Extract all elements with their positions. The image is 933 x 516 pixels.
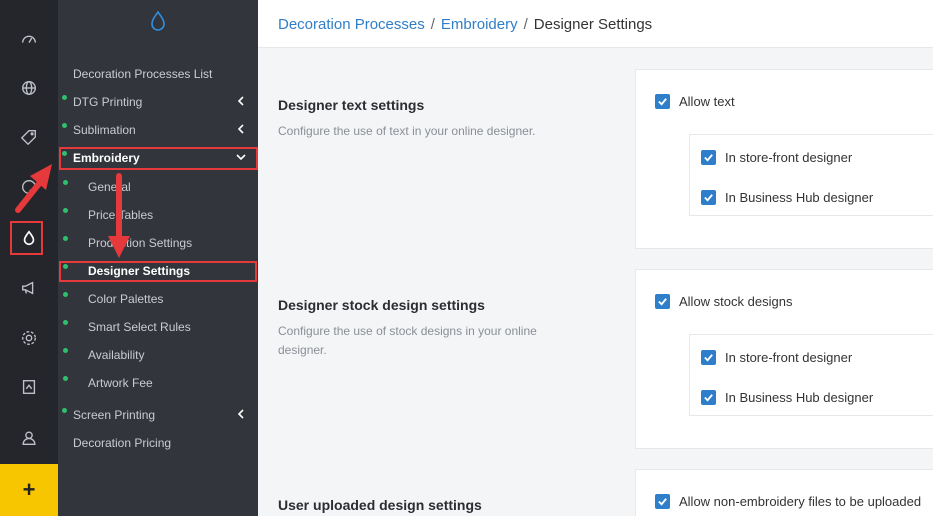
section-description: Configure the use of text in your online…	[278, 124, 536, 138]
arrow-to-designer-settings	[108, 173, 130, 258]
add-button-label: +	[22, 477, 36, 502]
checkbox-checked-icon	[701, 390, 716, 405]
breadcrumb: Decoration Processes / Embroidery / Designer…	[278, 16, 652, 33]
add-button[interactable]: +	[0, 464, 58, 516]
status-dot	[63, 376, 68, 381]
nav-item-decoration-pricing[interactable]: Decoration Pricing	[58, 430, 258, 456]
checkbox-label: In store-front designer	[725, 350, 853, 365]
store-front-designer-checkbox[interactable]: In store-front designer	[701, 150, 852, 165]
gear-icon[interactable]	[0, 318, 58, 358]
status-dot	[63, 320, 68, 325]
checkbox-label: Allow stock designs	[679, 294, 793, 309]
store-front-designer-checkbox[interactable]: In store-front designer	[701, 350, 852, 365]
section-title: User uploaded design settings	[278, 497, 482, 513]
checkbox-label: In store-front designer	[725, 150, 853, 165]
breadcrumb-decoration-processes[interactable]: Decoration Processes	[278, 16, 425, 33]
section-description: Configure the use of stock designs in yo…	[278, 324, 537, 357]
user-icon[interactable]	[0, 418, 58, 458]
nav-item-label: Smart Select Rules	[88, 320, 191, 334]
arrow-to-embroidery	[15, 164, 52, 213]
checkbox-label: In Business Hub designer	[725, 190, 874, 205]
nav-item-screen-printing[interactable]: Screen Printing	[58, 402, 258, 428]
checkbox-checked-icon	[701, 190, 716, 205]
nav-item-availability[interactable]: Availability	[58, 342, 258, 368]
checkbox-checked-icon	[701, 150, 716, 165]
nav-item-label: Decoration Pricing	[73, 436, 172, 450]
allow-text-checkbox[interactable]: Allow text	[655, 94, 735, 109]
annotation-arrows	[15, 164, 130, 258]
checkbox-checked-icon	[655, 94, 670, 109]
checkbox-label: Allow text	[679, 94, 735, 109]
checkbox-checked-icon	[655, 294, 670, 309]
nav-item-label: Screen Printing	[73, 408, 156, 422]
status-dot	[62, 408, 67, 413]
section-title: Designer stock design settings	[278, 297, 485, 313]
allow-non-embroidery-files-checkbox[interactable]: Allow non-embroidery files to be uploade…	[655, 494, 921, 509]
breadcrumb-embroidery[interactable]: Embroidery	[441, 16, 518, 33]
breadcrumb-separator: /	[523, 16, 528, 33]
nav-item-label: Availability	[88, 348, 145, 362]
nav-item-smart-select-rules[interactable]: Smart Select Rules	[58, 314, 258, 340]
business-hub-designer-checkbox[interactable]: In Business Hub designer	[701, 390, 873, 405]
allow-stock-designs-checkbox[interactable]: Allow stock designs	[655, 294, 792, 309]
checkbox-checked-icon	[655, 494, 670, 509]
breadcrumb-separator: /	[430, 16, 435, 33]
business-hub-designer-checkbox[interactable]: In Business Hub designer	[701, 190, 873, 205]
checkbox-label: In Business Hub designer	[725, 390, 874, 405]
ribbon-icon[interactable]	[0, 367, 58, 407]
checkbox-checked-icon	[701, 350, 716, 365]
top-bar: Decoration Processes / Embroidery / Designer…	[258, 0, 933, 48]
nav-item-label: Artwork Fee	[88, 376, 153, 390]
chevron-left-icon	[237, 409, 244, 419]
nav-item-artwork-fee[interactable]: Artwork Fee	[58, 370, 258, 396]
breadcrumb-current: Designer Settings	[533, 16, 653, 33]
checkbox-label: Allow non-embroidery files to be uploade…	[679, 494, 922, 509]
status-dot	[63, 348, 68, 353]
section-title: Designer text settings	[278, 97, 425, 113]
